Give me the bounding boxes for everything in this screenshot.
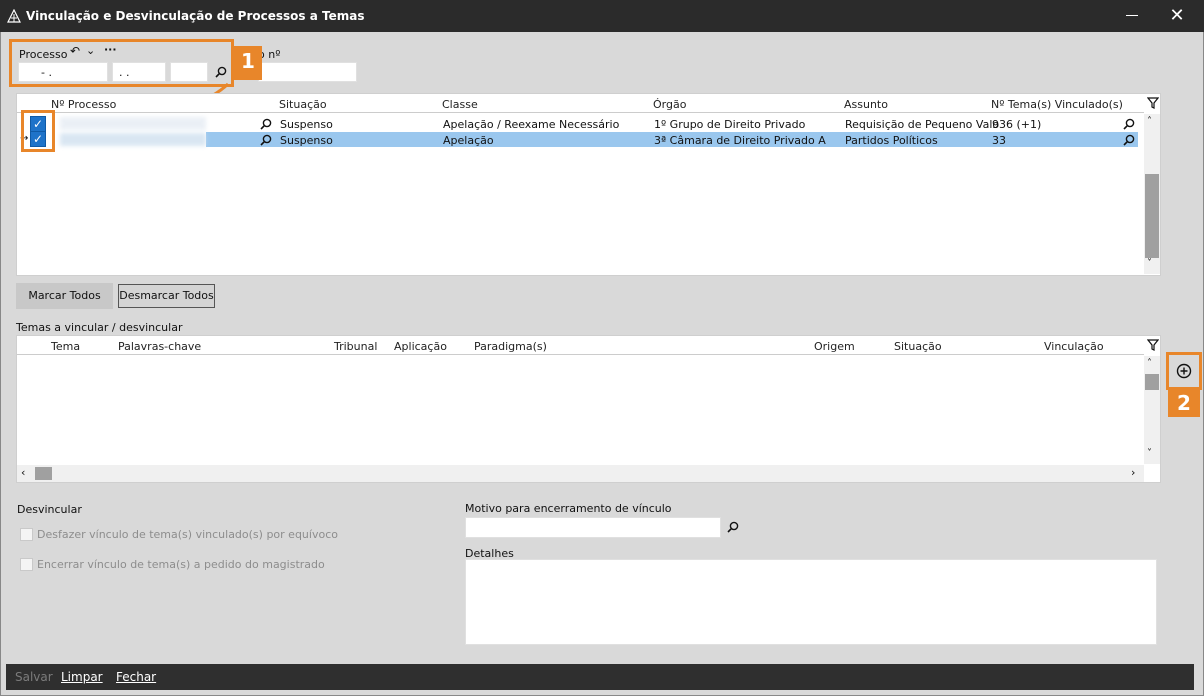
col-header-tema[interactable]: Tema [51, 340, 80, 353]
processo-number-blurred [60, 133, 206, 146]
scroll-thumb[interactable] [1145, 374, 1159, 390]
search-icon[interactable] [260, 118, 272, 130]
window-title: Vinculação e Desvinculação de Processos … [26, 9, 365, 23]
row-orgao: 3ª Câmara de Direito Privado A [654, 134, 826, 147]
filter-icon[interactable] [1147, 339, 1159, 351]
row-classe: Apelação [443, 134, 494, 147]
col-header-paradigma[interactable]: Paradigma(s) [474, 340, 547, 353]
col-header-origem[interactable]: Origem [814, 340, 855, 353]
processo-number-blurred [60, 117, 206, 130]
title-bar: Vinculação e Desvinculação de Processos … [0, 0, 1204, 32]
col-header-aplicacao[interactable]: Aplicação [394, 340, 447, 353]
vertical-scrollbar[interactable]: ˄ ˅ [1144, 114, 1160, 274]
search-icon[interactable] [260, 134, 272, 146]
app-icon [7, 9, 21, 23]
encerrar-label: Encerrar vínculo de tema(s) a pedido do … [37, 558, 325, 571]
col-header-processo[interactable]: Nº Processo [51, 98, 116, 111]
col-header-classe[interactable]: Classe [442, 98, 478, 111]
desfazer-checkbox[interactable] [20, 528, 33, 541]
row-orgao: 1º Grupo de Direito Privado [654, 118, 806, 131]
detalhes-textarea[interactable] [465, 559, 1157, 645]
row-situacao: Suspenso [280, 134, 333, 147]
row-classe: Apelação / Reexame Necessário [443, 118, 620, 131]
desmarcar-todos-button[interactable]: Desmarcar Todos [118, 284, 215, 308]
col-header-situacao-tema[interactable]: Situação [894, 340, 942, 353]
search-icon[interactable] [1123, 134, 1135, 146]
desvincular-label: Desvincular [17, 503, 82, 516]
grid-header-divider [17, 354, 1144, 355]
row-temas: 33 [992, 134, 1006, 147]
col-header-orgao[interactable]: Órgão [653, 98, 686, 111]
scroll-thumb-h[interactable] [35, 467, 52, 480]
vertical-scrollbar[interactable]: ˄ ˅ [1144, 356, 1160, 464]
desfazer-label: Desfazer vínculo de tema(s) vinculado(s)… [37, 528, 338, 541]
scroll-up-icon[interactable]: ˄ [1147, 358, 1152, 369]
limpar-button[interactable]: Limpar [61, 670, 103, 684]
numero-field[interactable] [258, 62, 357, 82]
horizontal-scrollbar[interactable]: ‹ › [17, 465, 1144, 482]
scroll-thumb[interactable] [1145, 174, 1159, 258]
annotation-badge-1: 1 [234, 46, 262, 80]
footer-bar: Salvar Limpar Fechar [6, 664, 1194, 690]
salvar-button[interactable]: Salvar [15, 670, 53, 684]
close-button[interactable]: ✕ [1168, 7, 1186, 25]
scroll-right-icon[interactable]: › [1131, 466, 1135, 479]
annotation-badge-2: 2 [1168, 389, 1200, 417]
col-header-palavras[interactable]: Palavras-chave [118, 340, 201, 353]
col-header-situacao[interactable]: Situação [279, 98, 327, 111]
add-circle-icon[interactable] [1176, 363, 1192, 379]
col-header-temas[interactable]: Nº Tema(s) Vinculado(s) [991, 98, 1123, 111]
scroll-left-icon[interactable]: ‹ [21, 466, 25, 479]
temas-grid [16, 335, 1161, 483]
search-icon[interactable] [727, 521, 739, 533]
grid-header-divider [17, 112, 1144, 113]
filter-icon[interactable] [1147, 97, 1159, 109]
annotation-checkbox-box [21, 110, 55, 152]
marcar-todos-button[interactable]: Marcar Todos [16, 283, 113, 309]
scroll-down-icon[interactable]: ˅ [1147, 258, 1152, 269]
row-assunto: Requisição de Pequeno Valo [845, 118, 1000, 131]
temas-section-label: Temas a vincular / desvincular [16, 321, 183, 334]
fechar-button[interactable]: Fechar [116, 670, 156, 684]
col-header-assunto[interactable]: Assunto [844, 98, 888, 111]
col-header-vinculacao[interactable]: Vinculação [1044, 340, 1104, 353]
row-situacao: Suspenso [280, 118, 333, 131]
motivo-field[interactable] [465, 517, 721, 538]
motivo-label: Motivo para encerramento de vínculo [465, 502, 672, 515]
row-assunto: Partidos Políticos [845, 134, 938, 147]
scroll-down-icon[interactable]: ˅ [1147, 448, 1152, 459]
scroll-up-icon[interactable]: ˄ [1147, 116, 1152, 127]
row-temas: 936 (+1) [992, 118, 1042, 131]
col-header-tribunal[interactable]: Tribunal [334, 340, 377, 353]
encerrar-checkbox[interactable] [20, 558, 33, 571]
minimize-button[interactable] [1126, 15, 1138, 16]
search-icon[interactable] [1123, 118, 1135, 130]
